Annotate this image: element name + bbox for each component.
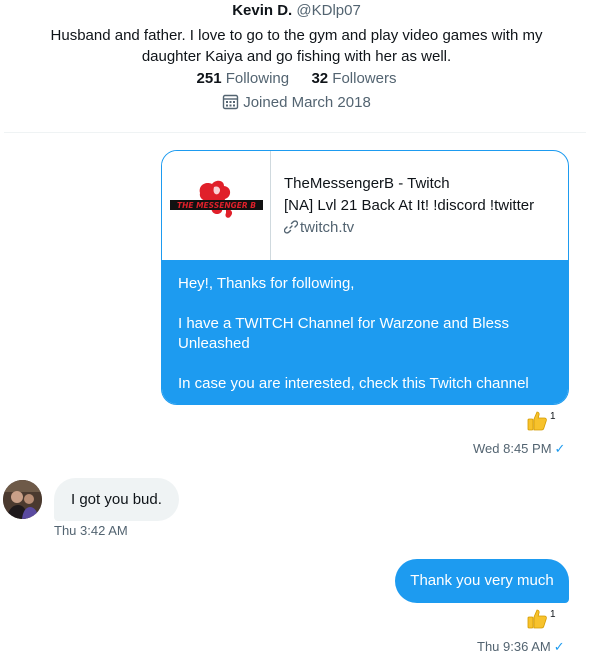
reaction-count: 1	[550, 609, 556, 620]
profile-bio: Husband and father. I love to go to the …	[50, 27, 543, 65]
message-bubble-text: Hey!, Thanks for following, I have a TWI…	[162, 260, 568, 404]
message-paragraph: Hey!, Thanks for following,	[178, 275, 355, 292]
message-timestamp: Thu 9:36 AM ✓	[477, 639, 565, 655]
display-name[interactable]: Kevin D.	[232, 2, 292, 19]
link-card-domain-row: twitch.tv	[283, 217, 564, 239]
avatar[interactable]	[3, 480, 42, 519]
profile-name-line[interactable]: Kevin D. @KDlp07	[0, 2, 593, 20]
link-card-title: TheMessengerB - Twitch	[284, 175, 450, 192]
check-icon: ✓	[553, 639, 565, 654]
joined-date: Joined March 2018	[0, 93, 593, 113]
channel-logo-image: THE MESSENGER B	[170, 180, 263, 218]
incoming-message-bubble[interactable]: I got you bud.	[54, 478, 179, 521]
link-icon	[283, 220, 299, 234]
message-reaction[interactable]: 1	[525, 409, 556, 433]
calendar-icon	[223, 94, 239, 110]
followers-count: 32	[311, 70, 329, 87]
check-icon: ✓	[554, 441, 566, 456]
thumbs-up-icon	[527, 411, 547, 431]
reaction-count: 1	[550, 411, 556, 422]
divider	[4, 132, 586, 133]
message-timestamp: Wed 8:45 PM ✓	[473, 441, 565, 457]
dm-conversation: Kevin D. @KDlp07 Husband and father. I l…	[0, 0, 593, 669]
link-card-description: [NA] Lvl 21 Back At It! !discord !twitte…	[284, 197, 535, 214]
following-count: 251	[196, 70, 222, 87]
link-card-domain: twitch.tv	[300, 219, 355, 236]
timestamp-text: Thu 9:36 AM	[477, 639, 551, 654]
message-timestamp: Thu 3:42 AM	[54, 523, 128, 539]
message-paragraph: I have a TWITCH Channel for Warzone and …	[178, 315, 509, 352]
joined-text: Joined March 2018	[243, 94, 371, 111]
followers-link[interactable]: 32 Followers	[311, 70, 396, 87]
logo-text: THE MESSENGER B	[177, 201, 256, 210]
following-label: Following	[225, 70, 290, 87]
message-text: Thank you very much	[410, 572, 554, 589]
message-paragraph: In case you are interested, check this T…	[178, 375, 529, 392]
following-link[interactable]: 251 Following	[197, 70, 294, 87]
outgoing-message-bubble[interactable]: Thank you very much	[395, 559, 569, 603]
avatar-image	[3, 480, 42, 519]
timestamp-text: Thu 3:42 AM	[54, 523, 128, 538]
thumbs-up-icon	[527, 609, 547, 629]
link-card-thumbnail[interactable]: THE MESSENGER B	[162, 151, 271, 260]
message-with-link-card[interactable]: THE MESSENGER B TheMessengerB - Twitch […	[161, 150, 569, 405]
user-handle[interactable]: @KDlp07	[296, 2, 360, 19]
message-text: I got you bud.	[71, 491, 162, 508]
timestamp-text: Wed 8:45 PM	[473, 441, 552, 456]
profile-stats: 251 Following 32 Followers	[0, 69, 593, 89]
followers-label: Followers	[332, 70, 397, 87]
link-card-meta[interactable]: TheMessengerB - Twitch [NA] Lvl 21 Back …	[283, 173, 564, 239]
message-reaction[interactable]: 1	[525, 607, 556, 631]
